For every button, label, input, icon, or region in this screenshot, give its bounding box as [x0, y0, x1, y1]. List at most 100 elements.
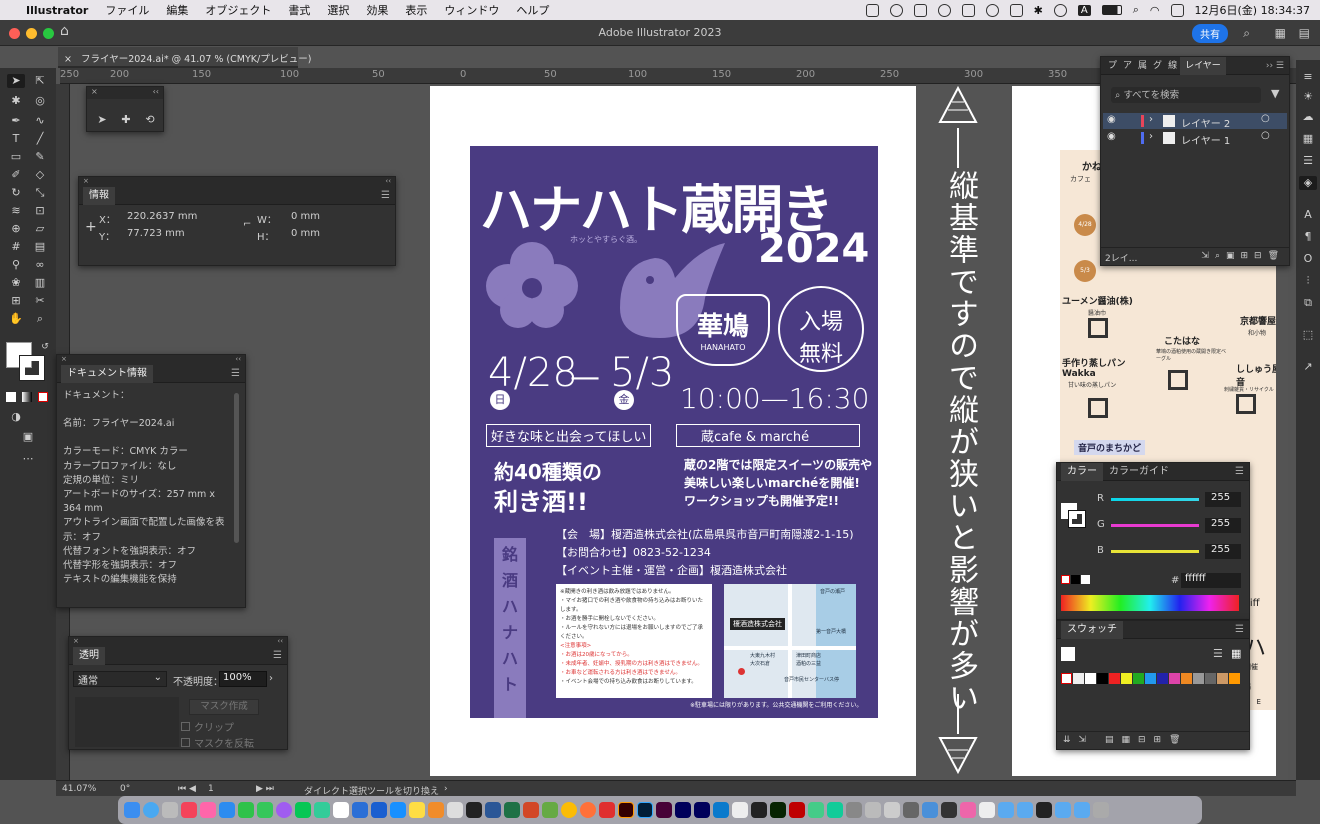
- powerpoint-icon[interactable]: [523, 802, 539, 818]
- preview-icon[interactable]: [922, 802, 938, 818]
- app-icon[interactable]: [371, 802, 387, 818]
- messages-icon[interactable]: [257, 802, 273, 818]
- swatch[interactable]: [1205, 673, 1216, 684]
- graph-tool[interactable]: ▥: [31, 276, 49, 290]
- channel-r-input[interactable]: 255: [1205, 492, 1241, 507]
- hand-tool[interactable]: ✋: [7, 312, 25, 326]
- expand-chevron-icon[interactable]: ›: [1149, 131, 1153, 142]
- checkbox-box[interactable]: [181, 738, 190, 747]
- lasso-tool[interactable]: ◎: [31, 94, 49, 108]
- status-arrow-icon[interactable]: ›: [444, 784, 448, 794]
- status-icon-4[interactable]: [937, 3, 951, 17]
- selection-tool[interactable]: ➤: [7, 74, 25, 88]
- messenger-icon[interactable]: [276, 802, 292, 818]
- menu-object[interactable]: オブジェクト: [205, 2, 271, 18]
- artboard-number[interactable]: 1: [208, 784, 214, 794]
- search-icon[interactable]: ⌕: [1243, 26, 1250, 41]
- app-icon[interactable]: [732, 802, 748, 818]
- make-mask-button[interactable]: マスク作成: [189, 699, 259, 715]
- paragraph-icon[interactable]: ¶: [1299, 230, 1317, 244]
- status-icon-1[interactable]: [865, 3, 879, 17]
- opacity-input[interactable]: 100%: [219, 671, 267, 687]
- app-icon[interactable]: [941, 802, 957, 818]
- target-circle-icon[interactable]: ○: [1261, 130, 1270, 141]
- tab-attributes[interactable]: 属: [1135, 57, 1150, 75]
- line-icon[interactable]: [295, 802, 311, 818]
- swatch[interactable]: [1121, 673, 1132, 684]
- menu-type[interactable]: 書式: [288, 2, 310, 18]
- swatch[interactable]: [1145, 673, 1156, 684]
- layer-row[interactable]: ◉ › レイヤー 1 ○: [1103, 130, 1287, 147]
- pen-tool[interactable]: ✒: [7, 114, 25, 128]
- tab-layers[interactable]: レイヤー: [1180, 56, 1226, 75]
- channel-b-slider[interactable]: [1111, 550, 1199, 553]
- tab-appearance[interactable]: ア: [1120, 57, 1135, 75]
- tab-properties[interactable]: プ: [1105, 57, 1120, 75]
- wifi-icon[interactable]: ◠: [1150, 4, 1160, 17]
- artboard-nav-prev-icon[interactable]: ⏮ ◀: [178, 784, 196, 794]
- layers-icon[interactable]: ◈: [1299, 176, 1317, 190]
- pathfinder-icon[interactable]: ⧉: [1299, 296, 1317, 310]
- black-swatch[interactable]: [1071, 575, 1080, 584]
- invert-mask-checkbox[interactable]: マスクを反転: [181, 735, 254, 750]
- pages-icon[interactable]: [428, 802, 444, 818]
- opacity-arrow-icon[interactable]: ›: [269, 673, 273, 684]
- swatch[interactable]: [1109, 673, 1120, 684]
- calendar-icon[interactable]: [333, 802, 349, 818]
- scale-tool[interactable]: ⤡: [31, 186, 49, 200]
- menu-view[interactable]: 表示: [405, 2, 427, 18]
- app-icon[interactable]: [808, 802, 824, 818]
- channel-g-input[interactable]: 255: [1205, 518, 1241, 533]
- swatch[interactable]: [1217, 673, 1228, 684]
- menu-app[interactable]: Illustrator: [26, 4, 88, 17]
- filter-icon[interactable]: ▼: [1271, 87, 1279, 100]
- close-tab-icon[interactable]: ×: [64, 54, 72, 65]
- rotation-field[interactable]: 0°: [120, 784, 130, 794]
- appearance-icon[interactable]: ☀: [1299, 90, 1317, 104]
- artboard-nav-next-icon[interactable]: ▶ ⏭: [256, 784, 274, 794]
- eraser-tool[interactable]: ◇: [31, 168, 49, 182]
- app-icon[interactable]: [884, 802, 900, 818]
- direct-selection-tool[interactable]: ⇱: [31, 74, 49, 88]
- perspective-tool[interactable]: ▱: [31, 222, 49, 236]
- zoom-tool[interactable]: ⌕: [31, 312, 49, 326]
- type-tool[interactable]: T: [7, 132, 25, 146]
- swatch[interactable]: [1085, 673, 1096, 684]
- none-mode-button[interactable]: [38, 392, 48, 402]
- document-tab[interactable]: × フライヤー2024.ai* @ 41.07 % (CMYK/プレビュー): [58, 47, 311, 68]
- app-icon[interactable]: [352, 802, 368, 818]
- user-icon[interactable]: [1053, 3, 1067, 17]
- color-mode-button[interactable]: [6, 392, 16, 402]
- notes-icon[interactable]: [409, 802, 425, 818]
- screen-mode-icon[interactable]: ▣: [19, 430, 37, 444]
- panel-toggle-icon[interactable]: ▤: [1299, 26, 1310, 40]
- shaper-tool[interactable]: ✐: [7, 168, 25, 182]
- app-icon[interactable]: [390, 802, 406, 818]
- layer-search-field[interactable]: ⌕ すべてを検索: [1111, 87, 1261, 103]
- swatch[interactable]: [1181, 673, 1192, 684]
- swatch[interactable]: [1229, 673, 1240, 684]
- folder-icon[interactable]: [998, 802, 1014, 818]
- selection-tool-alt[interactable]: ➤: [93, 113, 111, 127]
- swatch[interactable]: [1169, 673, 1180, 684]
- libraries-icon[interactable]: ☁: [1299, 110, 1317, 124]
- hex-input[interactable]: ffffff: [1181, 573, 1241, 588]
- swatch[interactable]: [1133, 673, 1144, 684]
- line-tool[interactable]: ╱: [31, 132, 49, 146]
- curvature-tool[interactable]: ∿: [31, 114, 49, 128]
- excel-icon[interactable]: [504, 802, 520, 818]
- media-encoder-icon[interactable]: [694, 802, 710, 818]
- menu-help[interactable]: ヘルプ: [516, 2, 549, 18]
- swatch[interactable]: [1061, 673, 1072, 684]
- gradient-tool[interactable]: ▤: [31, 240, 49, 254]
- tab-graphic-styles[interactable]: グ: [1150, 57, 1165, 75]
- app-icon[interactable]: [1036, 802, 1052, 818]
- grid-view-icon[interactable]: ▦: [1231, 647, 1241, 660]
- mail-icon[interactable]: [219, 802, 235, 818]
- align-icon[interactable]: ⫶: [1299, 274, 1317, 288]
- document-info-tab[interactable]: ドキュメント情報: [61, 364, 153, 383]
- input-method-indicator[interactable]: A: [1077, 4, 1091, 16]
- slice-tool[interactable]: ✂: [31, 294, 49, 308]
- target-circle-icon[interactable]: ○: [1261, 113, 1270, 124]
- layer-row[interactable]: ◉ › レイヤー 2 ○: [1103, 113, 1287, 130]
